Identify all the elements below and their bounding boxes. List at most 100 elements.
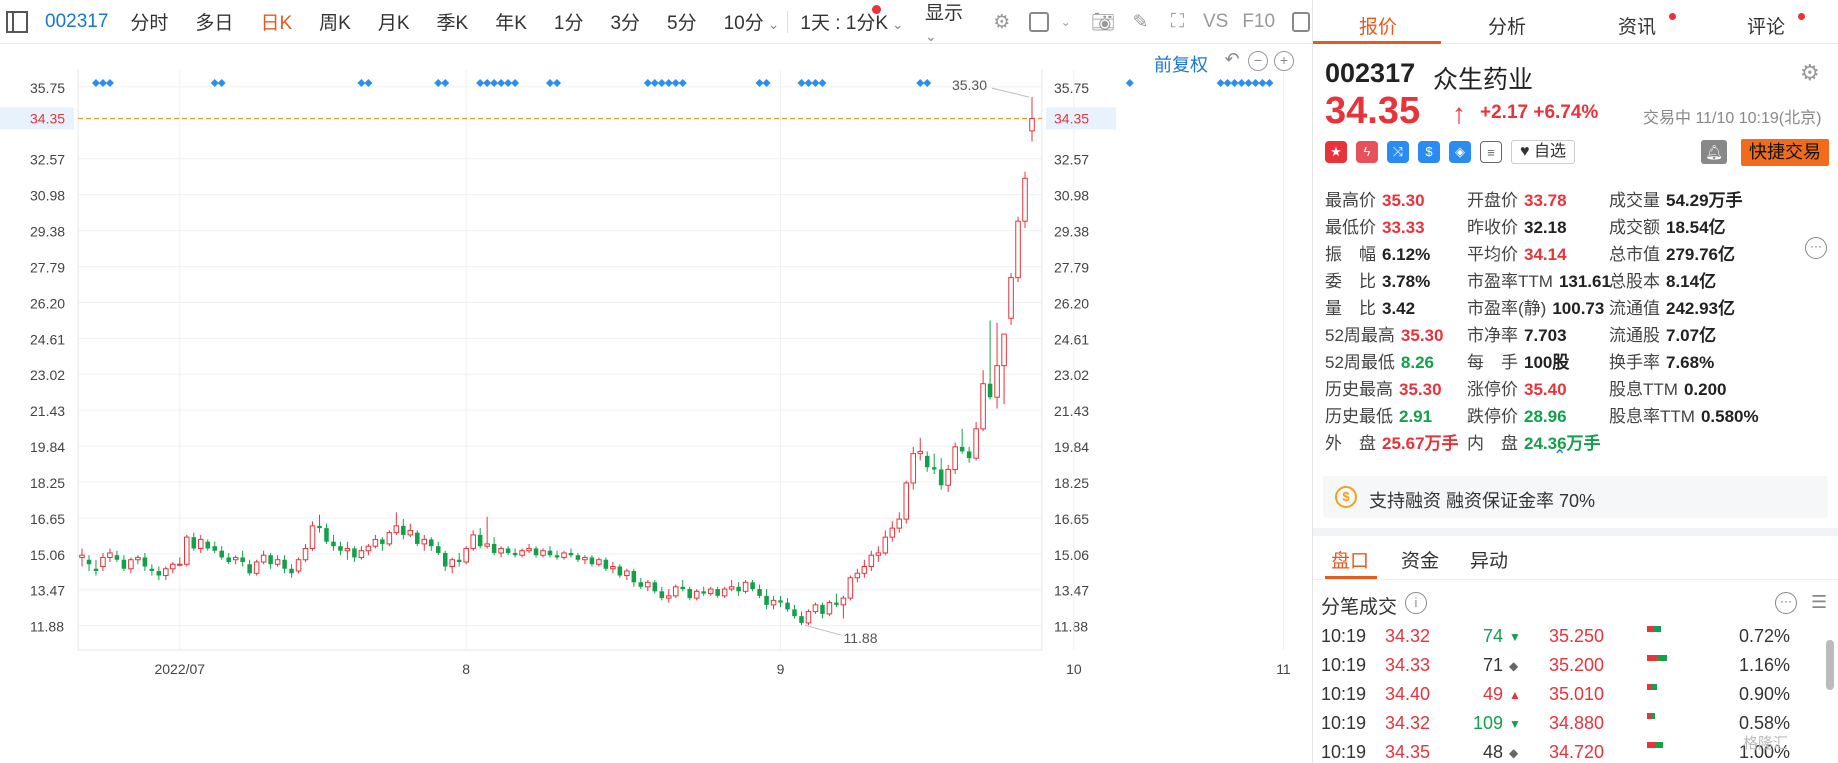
more-icon[interactable]: ··· bbox=[1775, 592, 1797, 614]
tick-volume: 74 bbox=[1482, 626, 1503, 646]
ticks-scrollbar[interactable] bbox=[1826, 640, 1834, 690]
range-dropdown[interactable]: 1天 : 1分K bbox=[800, 8, 903, 35]
event-marker bbox=[1216, 79, 1225, 87]
dollar-icon[interactable]: $ bbox=[1418, 141, 1440, 163]
panel-toggle-icon[interactable] bbox=[1289, 10, 1312, 34]
tab-analysis[interactable]: 分析 bbox=[1488, 12, 1526, 39]
quote-grid: 最高价 35.30 开盘价 33.78 成交量 54.29万手 最低价 33.33 昨收价 32.… bbox=[1325, 186, 1835, 456]
camera-icon[interactable]: 📷︎ bbox=[1091, 10, 1115, 34]
quote-cell: 委 比 3.78% bbox=[1325, 267, 1430, 292]
tag-icon[interactable]: ◈ bbox=[1449, 141, 1471, 163]
period-tab[interactable]: 3分 bbox=[610, 8, 640, 35]
quote-cell: 外 盘 25.67万手 bbox=[1325, 429, 1459, 454]
candle-body-up bbox=[421, 538, 428, 545]
display-dropdown[interactable]: 显示 bbox=[925, 0, 976, 47]
document-icon[interactable]: ≡ bbox=[1480, 141, 1502, 163]
quote-cell: 最高价 35.30 bbox=[1325, 186, 1425, 211]
period-tab-dropdown[interactable]: 10分 bbox=[724, 8, 780, 35]
tick-price: 34.35 bbox=[1385, 742, 1431, 762]
candle-body-down bbox=[792, 609, 797, 617]
f10-button[interactable]: F10 bbox=[1242, 11, 1275, 33]
candle-body-down bbox=[568, 552, 574, 556]
chevron-up-icon[interactable]: ⌃ bbox=[1553, 446, 1566, 466]
candle-body-up bbox=[463, 547, 469, 563]
kline-chart[interactable]: 35.75 35.75 32.57 32.57 30.98 30.98 29.38 29.38… bbox=[0, 45, 1312, 763]
more-icon[interactable]: ··· bbox=[1805, 237, 1827, 259]
quote-label: 52周最高 bbox=[1325, 326, 1395, 345]
event-marker bbox=[1258, 79, 1267, 87]
candle-body-up bbox=[875, 552, 882, 556]
adjust-mode-button[interactable]: 前复权 bbox=[1154, 51, 1208, 77]
tick-ratio-bar bbox=[1647, 713, 1655, 719]
period-tab[interactable]: 多日 bbox=[195, 8, 233, 35]
quote-label: 内 盘 bbox=[1467, 434, 1518, 453]
candle-body-down bbox=[589, 557, 595, 565]
gear-icon[interactable]: ⚙ bbox=[990, 10, 1013, 34]
tick-row: 10:19 34.33 71 ◆ 35.200 1.16% bbox=[1313, 655, 1838, 684]
event-marker bbox=[804, 79, 813, 87]
period-tab[interactable]: 1分 bbox=[554, 8, 584, 35]
candle-body-down bbox=[966, 451, 972, 459]
x-tick-label: 2022/07 bbox=[154, 661, 205, 677]
pencil-icon[interactable]: ✎ bbox=[1129, 10, 1152, 34]
candle-body-down bbox=[142, 557, 148, 567]
period-tab[interactable]: 年K bbox=[495, 8, 527, 35]
sidebar-toggle-icon[interactable] bbox=[6, 10, 28, 33]
tab-quote[interactable]: 报价 bbox=[1359, 12, 1397, 39]
bell-icon[interactable]: 🔔︎ bbox=[1701, 140, 1727, 164]
list-icon[interactable]: ☰ bbox=[1811, 592, 1833, 614]
quote-label: 委 比 bbox=[1325, 272, 1376, 291]
candle-body-up bbox=[386, 532, 393, 545]
candle-body-up bbox=[484, 543, 490, 547]
indicator-box-icon[interactable] bbox=[1027, 10, 1050, 34]
zoom-in-icon[interactable]: + bbox=[1274, 51, 1294, 71]
news-dot bbox=[1669, 13, 1676, 20]
event-marker bbox=[1244, 79, 1253, 87]
candle-body-down bbox=[554, 555, 560, 558]
tick-price: 34.40 bbox=[1385, 684, 1431, 704]
diamond-icon: ◆ bbox=[1509, 746, 1519, 760]
event-marker bbox=[762, 79, 771, 87]
quote-label: 成交额 bbox=[1609, 218, 1660, 237]
candle-body-up bbox=[1001, 333, 1007, 367]
fullscreen-icon[interactable]: ⛶ bbox=[1166, 10, 1189, 34]
tab-funds[interactable]: 资金 bbox=[1401, 546, 1439, 573]
chevron-down-icon[interactable]: ⌄ bbox=[1054, 10, 1077, 34]
candle-body-down bbox=[631, 571, 637, 583]
shuffle-icon[interactable]: ⤨ bbox=[1387, 141, 1409, 163]
info-icon[interactable]: i bbox=[1405, 592, 1427, 614]
tick-percent: 1.16% bbox=[1739, 655, 1791, 675]
tick-time: 10:19 bbox=[1321, 684, 1367, 704]
candle-body-up bbox=[470, 534, 476, 549]
arrow-up-icon: ↑ bbox=[1452, 98, 1466, 129]
china-flag-icon[interactable]: ★ bbox=[1325, 141, 1347, 163]
event-marker bbox=[546, 79, 555, 87]
quote-row: 历史最高 35.30 涨停价 35.40 股息TTM 0.200 bbox=[1325, 375, 1835, 402]
period-tab[interactable]: 周K bbox=[319, 8, 351, 35]
period-tab-active[interactable]: 日K bbox=[260, 8, 292, 35]
period-tab[interactable]: 分时 bbox=[130, 8, 168, 35]
period-tab[interactable]: 月K bbox=[378, 8, 410, 35]
quote-value: 35.30 bbox=[1399, 380, 1442, 399]
quick-trade-button[interactable]: 快捷交易 bbox=[1741, 139, 1829, 166]
candle-body-down bbox=[757, 589, 762, 596]
compare-button[interactable]: VS bbox=[1203, 11, 1228, 33]
high-annotation-line bbox=[991, 87, 1030, 98]
zoom-out-icon[interactable]: − bbox=[1248, 51, 1268, 71]
undo-icon[interactable]: ↶ bbox=[1222, 50, 1242, 71]
add-watchlist-button[interactable]: ♥ 自选 bbox=[1511, 140, 1575, 164]
candle-body-down bbox=[338, 546, 343, 551]
tab-orderbook[interactable]: 盘口 bbox=[1331, 546, 1369, 573]
candle-body-up bbox=[197, 538, 204, 549]
period-tab[interactable]: 5分 bbox=[667, 8, 697, 35]
lightning-icon[interactable]: ϟ bbox=[1356, 141, 1378, 163]
period-tab[interactable]: 季K bbox=[437, 8, 469, 35]
tab-news[interactable]: 资讯 bbox=[1618, 12, 1656, 39]
kline-chart-svg[interactable]: 35.75 35.75 32.57 32.57 30.98 30.98 29.38 29.38… bbox=[0, 45, 1312, 763]
candle-body-down bbox=[834, 602, 839, 605]
tab-alerts[interactable]: 异动 bbox=[1470, 546, 1508, 573]
quote-cell: 每 手 100股 bbox=[1467, 348, 1569, 373]
toolbar-stock-code[interactable]: 002317 bbox=[45, 11, 108, 33]
tab-comments[interactable]: 评论 bbox=[1747, 12, 1785, 39]
gear-icon[interactable]: ⚙ bbox=[1800, 60, 1824, 85]
